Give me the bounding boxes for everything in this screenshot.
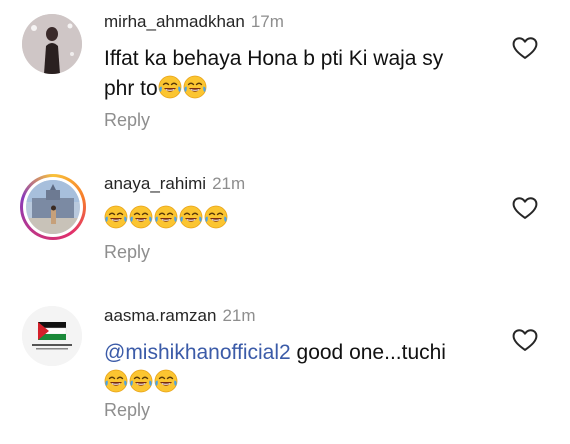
profile-photo-icon: [22, 14, 82, 74]
heart-outline-icon[interactable]: [510, 34, 540, 62]
heart-outline-icon[interactable]: [510, 194, 540, 222]
comment-text: Iffat ka behaya Hona b pti Ki waja sy ph…: [104, 44, 494, 104]
face-with-tears-of-joy-icon: [183, 75, 207, 99]
username[interactable]: mirha_ahmadkhan: [104, 12, 245, 31]
username[interactable]: aasma.ramzan: [104, 306, 216, 325]
face-with-tears-of-joy-icon: [154, 369, 178, 393]
emoji-row: [104, 368, 494, 398]
comment-text: [104, 204, 494, 234]
profile-photo-icon: [22, 306, 82, 366]
face-with-tears-of-joy-icon: [104, 205, 128, 229]
face-with-tears-of-joy-icon: [204, 205, 228, 229]
timestamp: 21m: [212, 174, 246, 193]
reply-button[interactable]: Reply: [104, 400, 150, 421]
comment-meta: aasma.ramzan 21m: [104, 306, 256, 326]
story-ring[interactable]: [20, 174, 86, 240]
mention-link[interactable]: @mishikhanofficial2: [104, 341, 291, 364]
face-with-tears-of-joy-icon: [158, 75, 182, 99]
comment-text-line: phr to: [104, 74, 494, 104]
comment-meta: anaya_rahimi 21m: [104, 174, 245, 194]
username[interactable]: anaya_rahimi: [104, 174, 206, 193]
face-with-tears-of-joy-icon: [129, 369, 153, 393]
timestamp: 21m: [222, 306, 256, 325]
comment-text-line: Iffat ka behaya Hona b pti Ki waja sy: [104, 47, 444, 70]
heart-outline-icon[interactable]: [510, 326, 540, 354]
comment-text: @mishikhanofficial2 good one...tuchi: [104, 338, 494, 398]
comment-text-fragment: good one...tuchi: [290, 341, 446, 364]
comment-meta: mirha_ahmadkhan 17m: [104, 12, 284, 32]
reply-button[interactable]: Reply: [104, 242, 150, 263]
profile-photo-icon: [26, 180, 80, 234]
reply-button[interactable]: Reply: [104, 110, 150, 131]
comment-text-line: @mishikhanofficial2 good one...tuchi: [104, 338, 494, 368]
face-with-tears-of-joy-icon: [129, 205, 153, 229]
face-with-tears-of-joy-icon: [179, 205, 203, 229]
timestamp: 17m: [250, 12, 284, 31]
avatar: [26, 180, 80, 234]
comment-text-fragment: phr to: [104, 77, 158, 100]
emoji-row: [104, 204, 494, 234]
avatar[interactable]: [22, 306, 82, 366]
face-with-tears-of-joy-icon: [154, 205, 178, 229]
face-with-tears-of-joy-icon: [104, 369, 128, 393]
avatar[interactable]: [22, 14, 82, 74]
